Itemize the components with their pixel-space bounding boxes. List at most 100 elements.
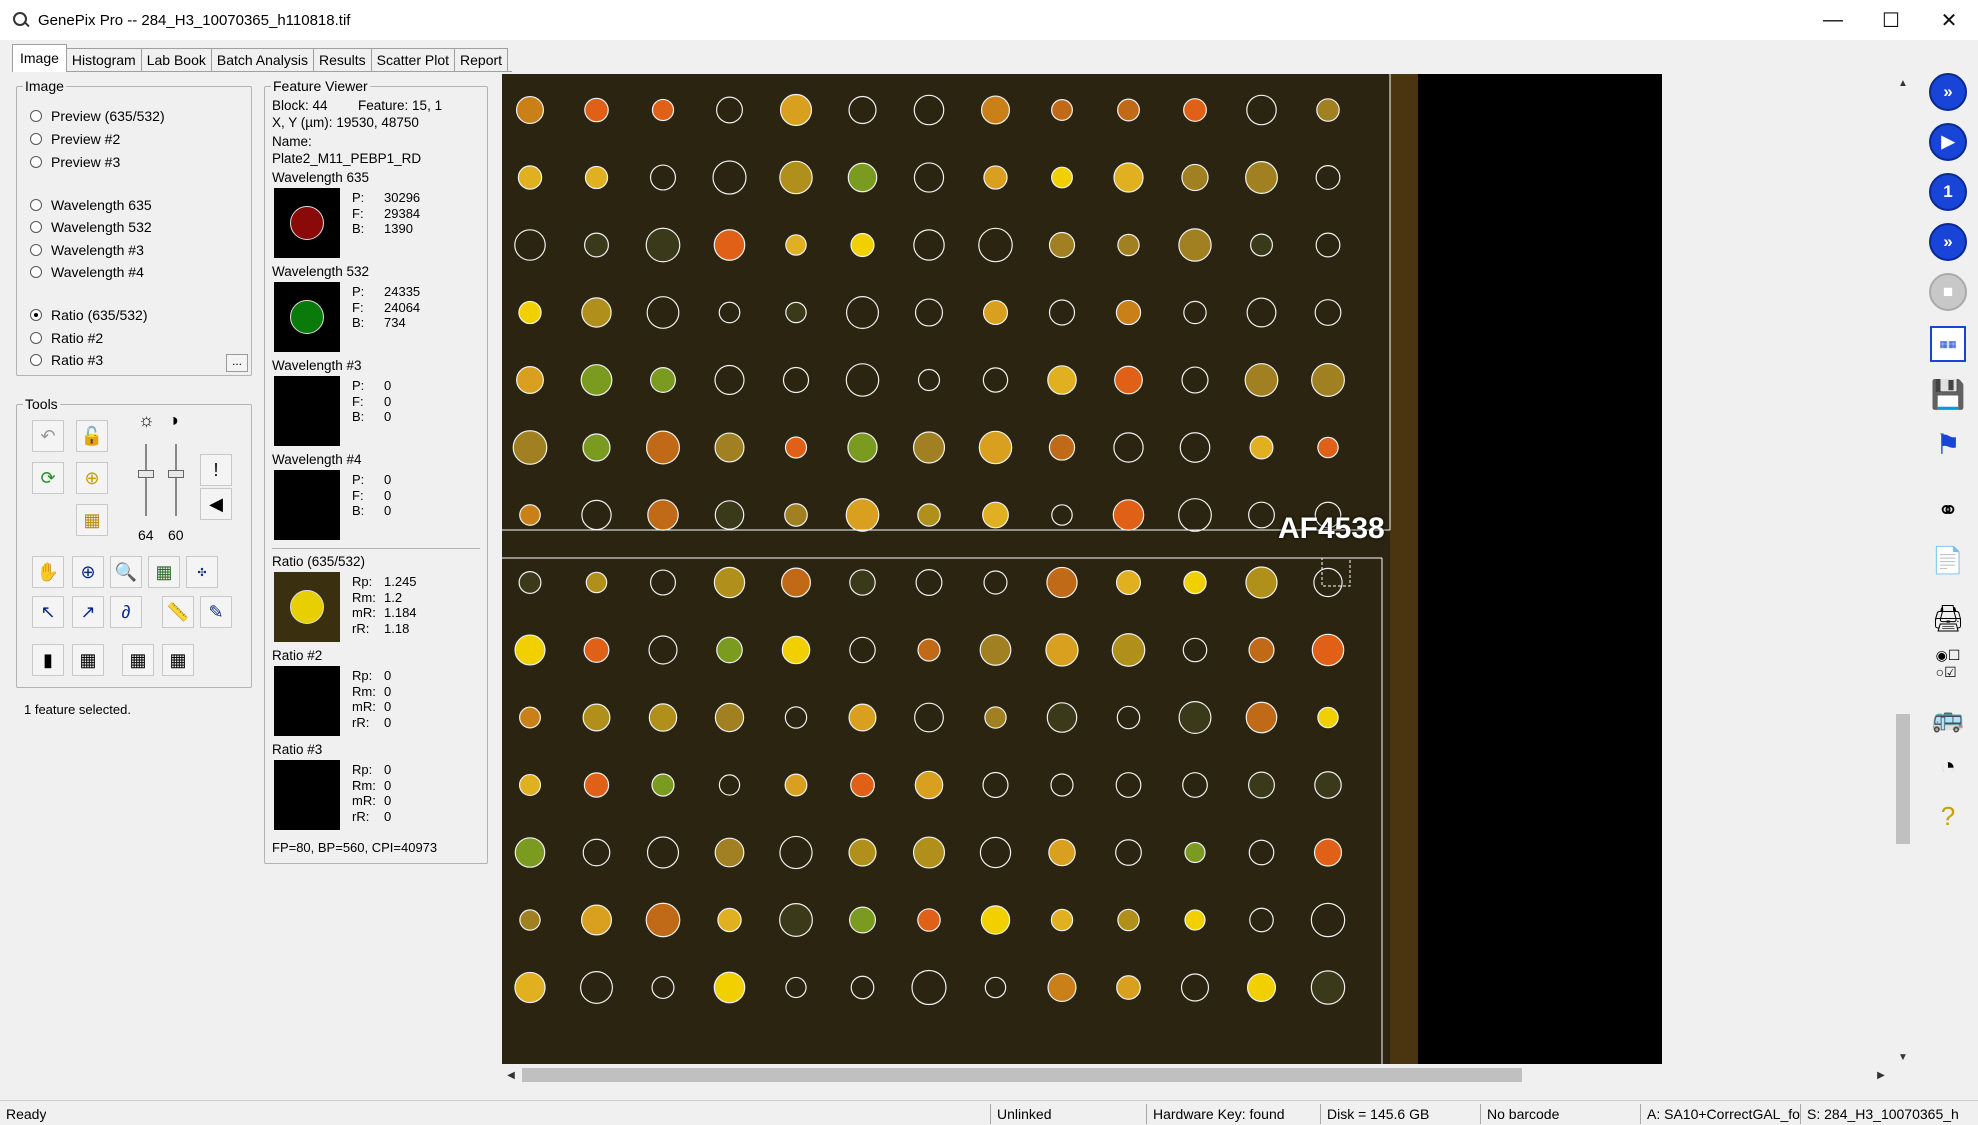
binoculars-icon: ⚭ <box>1937 494 1959 525</box>
radio-preview-2[interactable]: Preview #2 <box>30 131 120 147</box>
array-spot <box>784 503 808 527</box>
back-button[interactable]: ◀ <box>200 488 232 520</box>
pencil-button[interactable]: ✎ <box>200 596 232 628</box>
checkbox-options-button[interactable]: ◉☐ ○☑ <box>1928 644 1968 684</box>
maximize-button[interactable]: ☐ <box>1862 0 1920 40</box>
add-block-button[interactable]: ↗ <box>72 596 104 628</box>
array-spot <box>514 971 546 1004</box>
brightness-icon: ☼ <box>138 410 155 430</box>
radio-ratio-635-532[interactable]: Ratio (635/532) <box>30 307 148 323</box>
edit-grid-button[interactable]: ▦ <box>162 644 194 676</box>
array-spot <box>1117 908 1140 932</box>
scroll-right-arrow[interactable]: ▶ <box>1872 1066 1890 1084</box>
scanner-icon: 🖨 <box>1931 602 1965 633</box>
play-button[interactable]: ▶ <box>1928 122 1968 162</box>
contrast-slider-handle[interactable] <box>168 470 184 478</box>
image-unscanned-region <box>1418 74 1662 1064</box>
feature-viewer-label: Feature Viewer <box>273 78 368 94</box>
pan-button[interactable]: ✋ <box>32 556 64 588</box>
more-options-button[interactable]: ... <box>226 354 248 372</box>
alert-button[interactable]: ! <box>200 454 232 486</box>
rotate-button[interactable]: ⟳ <box>32 462 64 494</box>
array-spot <box>651 773 675 797</box>
array-spot <box>785 301 807 324</box>
feature-grid-button[interactable]: ▦ <box>72 644 104 676</box>
block-annotation: AF4538 <box>1278 512 1385 545</box>
radio-label: Ratio #3 <box>51 352 104 368</box>
zoom-center-button[interactable]: ⊕ <box>72 556 104 588</box>
name-label: Name: <box>272 134 312 149</box>
scroll-down-arrow[interactable]: ▼ <box>1894 1048 1912 1066</box>
radio-preview-635-532[interactable]: Preview (635/532) <box>30 108 165 124</box>
palette-button[interactable]: ▦ <box>76 504 108 536</box>
tab-image[interactable]: Image <box>12 44 67 72</box>
report-button[interactable]: 📄 <box>1928 540 1968 580</box>
array-spot <box>519 706 541 729</box>
radio-ratio-3[interactable]: Ratio #3 <box>30 352 103 368</box>
array-spot <box>784 436 808 459</box>
lock-button[interactable]: 🔓 <box>76 420 108 452</box>
vertical-scroll-thumb[interactable] <box>1896 714 1910 844</box>
radio-wavelength-4[interactable]: Wavelength #4 <box>30 264 144 280</box>
grid-button[interactable]: ▦ <box>148 556 180 588</box>
vertical-scrollbar[interactable]: ▲ ▼ <box>1894 74 1912 1066</box>
microarray-svg[interactable] <box>502 74 1662 1064</box>
zoom-button[interactable]: 🔍 <box>110 556 142 588</box>
tab-results[interactable]: Results <box>312 48 372 72</box>
find-features-button[interactable]: ⊕ <box>76 462 108 494</box>
array-spot <box>1245 566 1278 599</box>
tab-report[interactable]: Report <box>454 48 509 72</box>
scanner-button[interactable]: 🖨 <box>1928 598 1968 638</box>
barcode-grid-button[interactable]: ▦▦ <box>1928 324 1968 364</box>
tab-lab-book[interactable]: Lab Book <box>140 48 212 72</box>
radio-dot <box>30 133 42 145</box>
step-button[interactable]: 1 <box>1928 172 1968 212</box>
compass-button[interactable]: ✣ <box>186 556 218 588</box>
array-spot <box>917 503 941 527</box>
tab-histogram[interactable]: Histogram <box>65 48 142 72</box>
brightness-slider-handle[interactable] <box>138 470 154 478</box>
contrast-slider-track[interactable] <box>175 444 177 516</box>
undo-button[interactable]: ↶ <box>32 420 64 452</box>
microarray-image[interactable]: AF4538 <box>502 74 1662 1064</box>
gauge-button[interactable]: ◔ <box>1928 746 1968 786</box>
block-mode-button[interactable]: ▮ <box>32 644 64 676</box>
palette-icon: ▦ <box>83 509 101 530</box>
array-spot <box>1117 233 1140 257</box>
multi-play-button[interactable]: » <box>1928 222 1968 262</box>
undo-icon: ↶ <box>40 425 56 446</box>
add-grid-button[interactable]: ▦ <box>122 644 154 676</box>
fast-forward-button[interactable]: » <box>1928 72 1968 112</box>
tab-batch-analysis[interactable]: Batch Analysis <box>210 48 314 72</box>
array-spot <box>849 906 876 934</box>
horizontal-scroll-thumb[interactable] <box>522 1068 1522 1082</box>
radio-wavelength-3[interactable]: Wavelength #3 <box>30 242 144 258</box>
radio-preview-3[interactable]: Preview #3 <box>30 154 120 170</box>
radio-wavelength-635[interactable]: Wavelength 635 <box>30 197 152 213</box>
brightness-slider-track[interactable] <box>145 444 147 516</box>
lasso-button[interactable]: ∂ <box>110 596 142 628</box>
ruler-button[interactable]: 📏 <box>162 596 194 628</box>
select-block-button[interactable]: ↖ <box>32 596 64 628</box>
horizontal-scrollbar[interactable]: ◀ ▶ <box>502 1066 1894 1084</box>
radio-dot <box>30 244 42 256</box>
help-button[interactable]: ? <box>1928 796 1968 836</box>
compass-icon: ✣ <box>197 566 207 579</box>
array-spot <box>1051 99 1073 121</box>
camera-button[interactable]: 🚌 <box>1928 698 1968 738</box>
array-spot <box>518 773 542 797</box>
close-button[interactable]: ✕ <box>1920 0 1978 40</box>
tab-scatter-plot[interactable]: Scatter Plot <box>370 48 456 72</box>
stop-button[interactable]: ■ <box>1928 272 1968 312</box>
binoculars-button[interactable]: ⚭ <box>1928 490 1968 530</box>
feature-grid-icon: ▦ <box>79 649 97 670</box>
flag-button[interactable]: ⚑ <box>1928 424 1968 464</box>
scroll-left-arrow[interactable]: ◀ <box>502 1066 520 1084</box>
save-icon: 💾 <box>1930 378 1966 410</box>
scroll-up-arrow[interactable]: ▲ <box>1894 74 1912 92</box>
save-button[interactable]: 💾 <box>1928 374 1968 414</box>
minimize-button[interactable]: — <box>1804 0 1862 40</box>
radio-ratio-2[interactable]: Ratio #2 <box>30 330 103 346</box>
array-spot <box>1311 363 1345 397</box>
radio-wavelength-532[interactable]: Wavelength 532 <box>30 219 152 235</box>
